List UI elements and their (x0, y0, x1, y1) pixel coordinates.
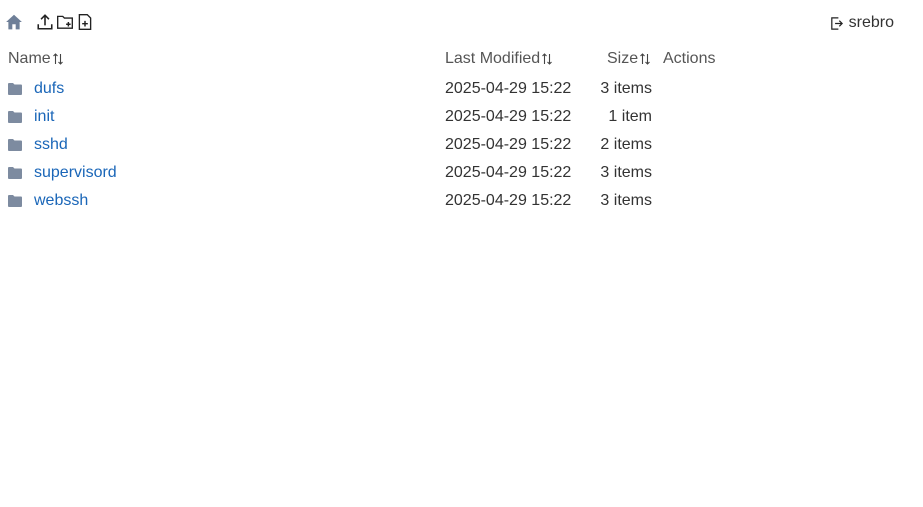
column-header-size[interactable]: Size (607, 50, 651, 68)
table-row: dufs 2025-04-29 15:22 3 items (0, 76, 923, 104)
modified-date: 2025-04-29 15:22 (445, 192, 572, 209)
column-header-actions: Actions (663, 50, 715, 68)
column-header-name[interactable]: Name (8, 50, 64, 68)
user-menu[interactable]: srebro (829, 13, 894, 33)
item-count: 1 item (608, 108, 652, 125)
folder-icon (8, 139, 22, 151)
table-row: supervisord 2025-04-29 15:22 3 items (0, 160, 923, 188)
new-folder-icon[interactable] (56, 13, 74, 31)
folder-link[interactable]: dufs (34, 80, 64, 98)
folder-link[interactable]: supervisord (34, 164, 117, 182)
item-count: 3 items (600, 164, 652, 181)
sort-icon (640, 53, 651, 65)
sort-icon (542, 53, 553, 65)
sort-icon (52, 53, 63, 65)
upload-icon[interactable] (36, 13, 54, 31)
table-row: sshd 2025-04-29 15:22 2 items (0, 132, 923, 160)
column-modified-label: Last Modified (445, 50, 541, 67)
folder-icon (8, 111, 22, 123)
table-row: webssh 2025-04-29 15:22 3 items (0, 188, 923, 216)
modified-date: 2025-04-29 15:22 (445, 108, 572, 125)
column-header-modified[interactable]: Last Modified (445, 50, 553, 68)
column-size-label: Size (607, 50, 639, 67)
item-count: 3 items (600, 80, 652, 97)
column-name-label: Name (8, 50, 51, 67)
folder-link[interactable]: init (34, 108, 54, 126)
folder-icon (8, 167, 22, 179)
home-icon[interactable] (5, 13, 23, 31)
folder-link[interactable]: webssh (34, 192, 88, 210)
modified-date: 2025-04-29 15:22 (445, 80, 572, 97)
item-count: 3 items (600, 192, 652, 209)
new-file-icon[interactable] (76, 13, 94, 31)
item-count: 2 items (600, 136, 652, 153)
table-row: init 2025-04-29 15:22 1 item (0, 104, 923, 132)
folder-icon (8, 83, 22, 95)
table-header: Name Last Modified Size Actions (0, 50, 923, 72)
folder-icon (8, 195, 22, 207)
toolbar: srebro (0, 0, 923, 46)
user-name: srebro (848, 14, 894, 31)
folder-link[interactable]: sshd (34, 136, 68, 154)
file-list: dufs 2025-04-29 15:22 3 items init 2025-… (0, 76, 923, 216)
logout-icon (830, 16, 843, 30)
modified-date: 2025-04-29 15:22 (445, 164, 572, 181)
modified-date: 2025-04-29 15:22 (445, 136, 572, 153)
column-actions-label: Actions (663, 50, 716, 67)
